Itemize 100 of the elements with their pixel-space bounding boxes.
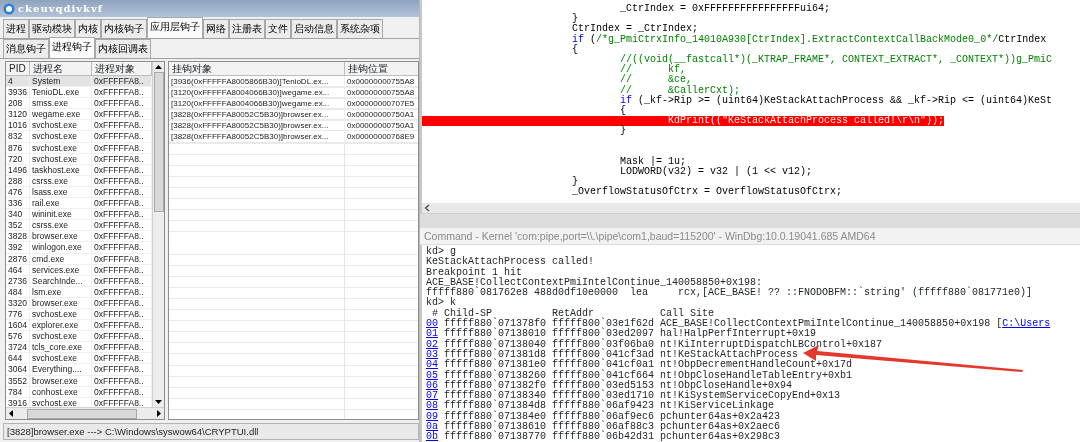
table-cell-text: 0x00000000755A8 [346, 76, 415, 87]
scrollbar[interactable] [152, 62, 164, 407]
table-row[interactable]: 336 rail.exe 0xFFFFFA8.. [6, 198, 152, 210]
table-cell-text: 0x00000000750A1 [346, 109, 415, 120]
table-row[interactable]: 484 lsm.exe 0xFFFFFA8.. [6, 286, 152, 298]
tab[interactable]: 消息钩子 [3, 39, 49, 58]
table-cell: svchost.exe [30, 131, 92, 142]
call-site-text: nt!KiSystemServiceCopyEnd+0x13 [660, 391, 841, 402]
table-cell: 3120 [6, 109, 30, 120]
code-line: } [571, 14, 579, 25]
table-row[interactable]: 644 svchost.exe 0xFFFFFA8.. [6, 353, 152, 365]
table-row[interactable]: 352 csrss.exe 0xFFFFFA8.. [6, 220, 152, 232]
table-cell: csrss.exe [30, 175, 92, 186]
tab[interactable]: 驱动模块 [29, 19, 75, 38]
frame-link[interactable]: 0b [426, 432, 438, 442]
tab[interactable]: 文件 [265, 19, 291, 38]
tab[interactable]: 应用层钩子 [147, 17, 203, 38]
output-line: Breakpoint 1 hit [426, 267, 522, 278]
tab[interactable]: 注册表 [229, 19, 265, 38]
table-row[interactable]: 720 svchost.exe 0xFFFFFA8.. [6, 153, 152, 165]
frame-link[interactable]: 01 [426, 329, 438, 340]
table-row[interactable]: 208 smss.exe 0xFFFFFA8.. [6, 98, 152, 110]
table-cell-text: 0x00000000768E9 [346, 131, 415, 142]
code-line: CtrIndex = _CtrIndex; [571, 24, 699, 35]
tab[interactable]: 内核 [75, 19, 101, 38]
table-row[interactable]: 3724 tcls_core.exe 0xFFFFFA8.. [6, 342, 152, 354]
call-site-text: pchunter64as+0x2aec6 [660, 422, 781, 433]
table-row[interactable]: 392 winlogon.exe 0xFFFFFA8.. [6, 242, 152, 254]
output-line: ACE_BASE!CollectContextPmiIntelContinue_140058850+0x198: [426, 277, 763, 288]
table-cell: 4 [6, 76, 30, 87]
frame-link[interactable]: 09 [426, 411, 438, 423]
table-row[interactable]: 288 csrss.exe 0xFFFFFA8.. [6, 175, 152, 187]
table-row[interactable]: 832 svchost.exe 0xFFFFFA8.. [6, 131, 152, 143]
call-site-text: hal!HalpPerfInterrupt+0x19 [660, 329, 817, 340]
frame-link[interactable]: 03 [426, 349, 438, 361]
column-header[interactable]: 挂钩位置 [345, 62, 415, 75]
table-row[interactable]: 876 svchost.exe 0xFFFFFA8.. [6, 142, 152, 154]
column-header[interactable]: 进程名 [30, 62, 92, 75]
table-row[interactable]: 3320 browser.exe 0xFFFFFA8.. [6, 297, 152, 309]
frame-link[interactable]: 04 [426, 360, 438, 371]
scroll-left-icon[interactable] [424, 204, 430, 212]
scroll-thumb[interactable] [153, 72, 164, 212]
table-cell: 776 [6, 308, 30, 320]
table-row[interactable]: 1496 taskhost.exe 0xFFFFFA8.. [6, 164, 152, 176]
table-cell: 876 [6, 142, 30, 153]
table-row[interactable]: 2736 SearchInde... 0xFFFFFA8.. [6, 275, 152, 287]
tab[interactable]: 进程钩子 [49, 37, 95, 58]
scroll-thumb[interactable] [27, 408, 137, 419]
table-row[interactable]: 464 services.exe 0xFFFFFA8.. [6, 264, 152, 276]
table-row[interactable]: 340 wininit.exe 0xFFFFFA8.. [6, 209, 152, 221]
table-row[interactable]: 3120 wegame.exe 0xFFFFFA8.. [6, 109, 152, 121]
tab[interactable]: 内核钩子 [101, 19, 147, 38]
table-cell: cmd.exe [30, 253, 92, 264]
table-row[interactable]: 1604 explorer.exe 0xFFFFFA8.. [6, 320, 152, 332]
table-row[interactable]: 1016 svchost.exe 0xFFFFFA8.. [6, 120, 152, 132]
tab[interactable]: 系统杂项 [337, 19, 383, 38]
table-cell: conhost.exe [30, 386, 92, 397]
table-row[interactable]: 3828 browser.exe 0xFFFFFA8.. [6, 231, 152, 243]
child-sp-text: fffff880`071381d8 [444, 349, 547, 360]
table-row[interactable]: 776 svchost.exe 0xFFFFFA8.. [6, 308, 152, 321]
output-line: kd> k [426, 298, 456, 309]
frame-link[interactable]: 07 [426, 391, 438, 402]
table-row[interactable]: 784 conhost.exe 0xFFFFFA8.. [6, 386, 152, 398]
output-line: kd> g [426, 247, 456, 257]
call-site-text: nt!ObpCloseHandleTableEntry+0xb1 [660, 370, 853, 381]
tab[interactable]: 启动信息 [291, 19, 337, 38]
call-site-text: pchunter64as+0x2a423 [660, 411, 781, 422]
code-line: // &ce, [619, 75, 693, 86]
table-cell: 484 [6, 286, 30, 297]
table-row[interactable]: 576 svchost.exe 0xFFFFFA8.. [6, 331, 152, 343]
table-row[interactable]: 2876 cmd.exe 0xFFFFFA8.. [6, 253, 152, 265]
table-cell-text: 0x00000000750A1 [346, 120, 415, 131]
app-icon [3, 2, 15, 15]
column-header[interactable]: 挂钩对象 [169, 62, 345, 75]
source-link[interactable]: C:\Users [1002, 319, 1051, 330]
scroll-down-icon[interactable] [154, 397, 163, 407]
table-row[interactable]: 3936 TenioDL.exe 0xFFFFFA8.. [6, 87, 152, 99]
column-header[interactable]: PID [6, 62, 30, 75]
table-row[interactable]: 3552 browser.exe 0xFFFFFA8.. [6, 375, 152, 387]
frame-link[interactable]: 02 [426, 339, 438, 350]
table-cell: 3936 [6, 87, 30, 98]
table-cell: taskhost.exe [30, 164, 92, 175]
table-row[interactable]: 4 System 0xFFFFFA8.. [6, 76, 152, 88]
frame-link[interactable]: 06 [426, 380, 438, 392]
table-row[interactable]: 3064 Everything.... 0xFFFFFA8.. [6, 364, 152, 376]
frame-link[interactable]: 08 [426, 401, 438, 412]
frame-link[interactable]: 00 [426, 319, 438, 330]
table-cell: SearchInde... [30, 275, 92, 286]
table-cell: 1604 [6, 320, 30, 331]
table-cell: 208 [6, 98, 30, 109]
scroll-up-icon[interactable] [154, 62, 163, 72]
tab[interactable]: 网络 [203, 19, 229, 38]
table-row[interactable]: 476 lsass.exe 0xFFFFFA8.. [6, 186, 152, 199]
scroll-left-icon[interactable] [7, 409, 15, 418]
tab[interactable]: 进程 [3, 19, 29, 38]
frame-link[interactable]: 05 [426, 370, 438, 381]
scrollbar[interactable] [6, 407, 164, 419]
table-cell: 3064 [6, 364, 30, 375]
scroll-right-icon[interactable] [155, 409, 163, 418]
tab[interactable]: 内核回调表 [95, 39, 151, 58]
